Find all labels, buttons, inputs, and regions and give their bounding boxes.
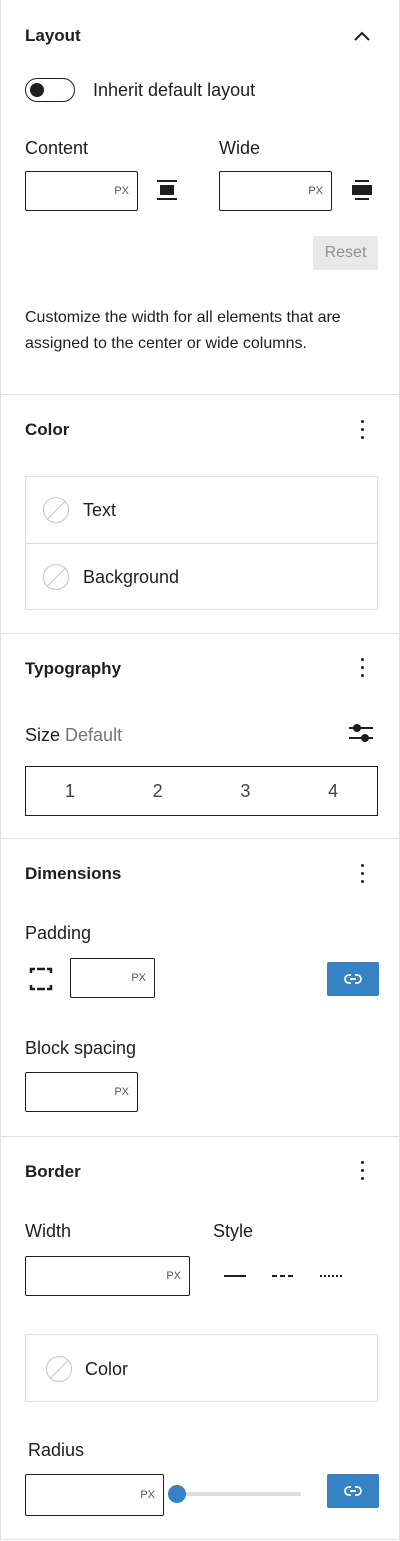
border-panel-title: Border	[25, 1162, 81, 1181]
border-dotted-button[interactable]	[318, 1266, 344, 1286]
no-color-icon	[43, 564, 69, 590]
color-panel-title: Color	[25, 420, 70, 439]
border-width-input[interactable]: PX	[25, 1256, 190, 1296]
section-divider	[1, 394, 399, 395]
link-sides-button[interactable]	[327, 962, 379, 996]
font-size-value: Default	[65, 725, 123, 745]
link-icon	[343, 969, 363, 989]
border-radius-input[interactable]: PX	[25, 1474, 164, 1516]
more-options-icon[interactable]	[361, 1160, 365, 1182]
section-divider	[1, 838, 399, 839]
font-size-option[interactable]: 4	[289, 767, 377, 815]
section-divider	[1, 633, 399, 634]
border-color-button[interactable]: Color	[25, 1334, 378, 1402]
content-width-input[interactable]: PX	[25, 171, 138, 211]
border-color-label: Color	[85, 1359, 129, 1379]
wide-width-label: Wide	[219, 138, 261, 158]
inherit-layout-label: Inherit default layout	[93, 80, 256, 100]
link-icon	[343, 1481, 363, 1501]
content-width-label: Content	[25, 138, 89, 158]
block-spacing-input[interactable]: PX	[25, 1072, 138, 1112]
border-solid-button[interactable]	[222, 1266, 248, 1286]
toggle-knob	[30, 83, 44, 97]
more-options-icon[interactable]	[361, 863, 365, 885]
dimensions-panel-title: Dimensions	[25, 864, 122, 883]
border-width-label: Width	[25, 1221, 72, 1241]
color-item-label: Background	[83, 567, 180, 587]
block-spacing-label: Block spacing	[25, 1038, 137, 1058]
justify-center-icon	[155, 178, 179, 202]
layout-help-text: Customize the width for all elements tha…	[25, 309, 341, 352]
unit-label: PX	[308, 185, 323, 197]
reset-button[interactable]: Reset	[313, 236, 378, 270]
font-size-picker: 1 2 3 4	[25, 766, 378, 816]
font-size-option[interactable]: 1	[26, 767, 114, 815]
border-radius-label: Radius	[28, 1440, 85, 1460]
more-options-icon[interactable]	[361, 419, 365, 441]
unit-label: PX	[114, 185, 129, 197]
no-color-icon	[43, 497, 69, 523]
font-size-option[interactable]: 2	[114, 767, 202, 815]
unit-label: PX	[140, 1489, 155, 1501]
padding-input[interactable]: PX	[70, 958, 155, 998]
box-sides-icon[interactable]	[28, 966, 54, 992]
color-item-label: Text	[83, 500, 117, 520]
padding-label: Padding	[25, 923, 92, 943]
border-style-label: Style	[213, 1221, 254, 1241]
color-item-background[interactable]: Background	[26, 544, 377, 609]
chevron-up-icon[interactable]	[352, 27, 372, 47]
section-divider	[1, 1136, 399, 1137]
typography-panel-title: Typography	[25, 659, 122, 678]
color-item-text[interactable]: Text	[26, 477, 377, 544]
more-options-icon[interactable]	[361, 657, 365, 679]
link-radius-button[interactable]	[327, 1474, 379, 1508]
font-size-label: Size Default	[25, 725, 122, 746]
layout-panel-title: Layout	[25, 26, 81, 45]
font-size-option[interactable]: 3	[202, 767, 290, 815]
border-dashed-button[interactable]	[270, 1266, 296, 1286]
unit-label: PX	[166, 1270, 181, 1282]
inherit-layout-toggle[interactable]	[25, 78, 75, 102]
custom-size-icon[interactable]	[348, 721, 374, 745]
stretch-wide-icon	[350, 178, 374, 202]
color-list: Text Background	[25, 476, 378, 610]
unit-label: PX	[131, 972, 146, 984]
font-size-heading: Size	[25, 725, 61, 745]
radius-slider-thumb[interactable]	[168, 1485, 186, 1503]
wide-width-input[interactable]: PX	[219, 171, 332, 211]
radius-slider-track[interactable]	[168, 1485, 301, 1503]
no-color-icon	[46, 1356, 72, 1382]
unit-label: PX	[114, 1086, 129, 1098]
